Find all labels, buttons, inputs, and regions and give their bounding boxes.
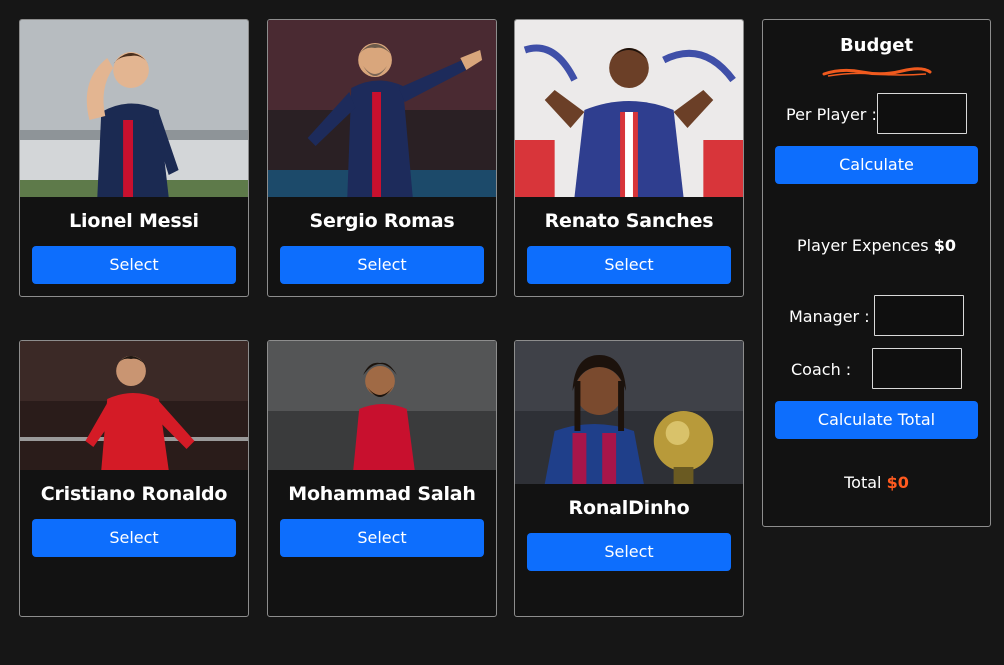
player-photo (515, 341, 743, 484)
player-name: Renato Sanches (544, 210, 714, 232)
player-card: Cristiano Ronaldo Select (19, 340, 249, 617)
per-player-label: Per Player : (786, 105, 877, 124)
player-card: Mohammad Salah Select (267, 340, 497, 617)
calculate-total-button[interactable]: Calculate Total (775, 401, 978, 439)
player-name: RonalDinho (568, 497, 690, 519)
select-button[interactable]: Select (527, 246, 731, 284)
player-name: Lionel Messi (69, 210, 199, 232)
player-photo (268, 20, 496, 197)
select-button[interactable]: Select (280, 519, 484, 557)
player-card: Sergio Romas Select (267, 19, 497, 297)
player-card: Renato Sanches Select (514, 19, 744, 297)
total: Total $0 (763, 473, 990, 492)
per-player-input[interactable] (877, 93, 967, 134)
total-label: Total (844, 473, 882, 492)
coach-label: Coach : (791, 360, 852, 379)
player-photo (20, 341, 248, 470)
player-card: RonalDinho Select (514, 340, 744, 617)
budget-panel: Budget Per Player : Calculate Player Exp… (762, 19, 991, 527)
manager-input[interactable] (874, 295, 964, 336)
player-photo (515, 20, 743, 197)
player-name: Mohammad Salah (288, 483, 476, 505)
budget-title: Budget (839, 35, 914, 56)
select-button[interactable]: Select (32, 519, 236, 557)
calculate-button[interactable]: Calculate (775, 146, 978, 184)
player-expenses-value: $0 (933, 236, 956, 255)
title-underline-decoration (822, 67, 932, 77)
coach-input[interactable] (872, 348, 962, 389)
select-button[interactable]: Select (32, 246, 236, 284)
player-card: Lionel Messi Select (19, 19, 249, 297)
select-button[interactable]: Select (527, 533, 731, 571)
player-expenses: Player Expences $0 (763, 236, 990, 255)
player-name: Sergio Romas (309, 210, 455, 232)
player-photo (268, 341, 496, 470)
player-photo (20, 20, 248, 197)
player-expenses-label: Player Expences (797, 236, 929, 255)
player-name: Cristiano Ronaldo (40, 483, 228, 505)
manager-label: Manager : (789, 307, 870, 326)
total-value: $0 (886, 473, 909, 492)
select-button[interactable]: Select (280, 246, 484, 284)
